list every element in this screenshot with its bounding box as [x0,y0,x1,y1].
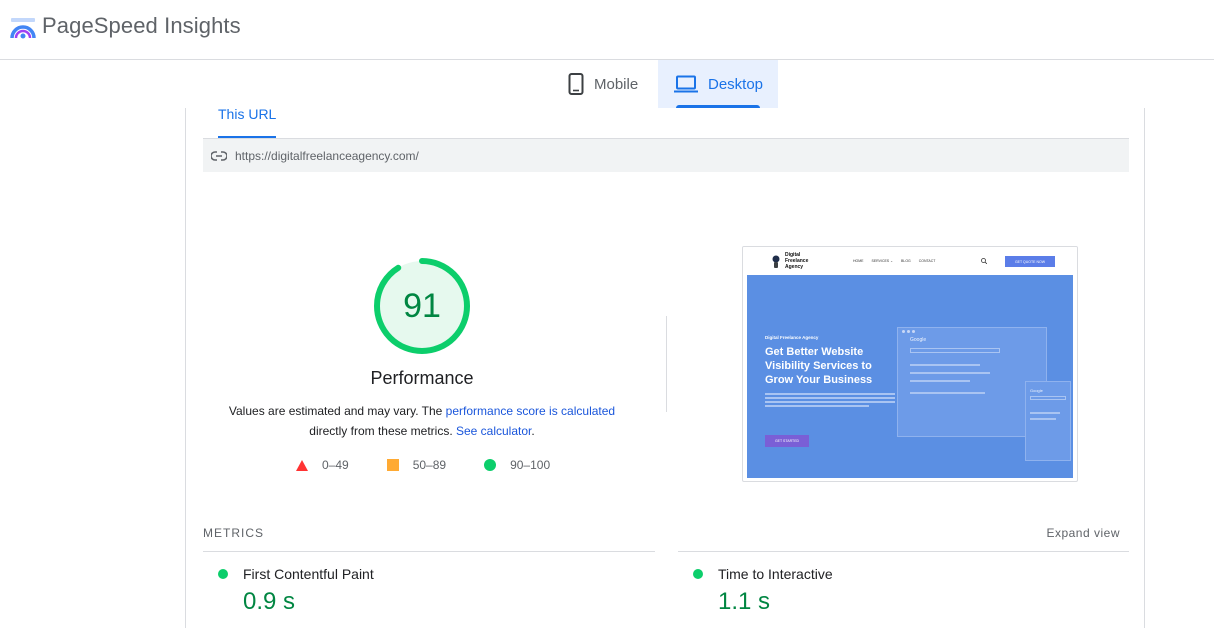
tab-this-url[interactable]: This URL [218,102,277,138]
legend-average: 50–89 [386,458,447,472]
vertical-divider [666,316,667,412]
link-icon [211,150,227,161]
site-logo-icon [772,255,780,268]
expand-view-button[interactable]: Expand view [1046,526,1120,540]
score-legend: 0–49 50–89 90–100 [296,458,588,472]
desc-text-2: directly from these metrics. [309,424,456,438]
metrics-heading: METRICS [203,526,264,540]
mock-phone-brand: Google [1030,388,1043,393]
tab-desktop[interactable]: Desktop [658,60,778,108]
metric-name: First Contentful Paint [243,566,374,582]
site-nav-item: SERVICES ⌄ [871,259,894,263]
app-title[interactable]: PageSpeed Insights [42,13,241,39]
pass-status-icon [693,569,703,579]
tab-this-url-label: This URL [218,106,277,122]
see-calculator-link[interactable]: See calculator [456,424,531,438]
tab-mobile[interactable]: Mobile [560,60,658,108]
pagespeed-logo-icon[interactable] [10,14,36,40]
triangle-fail-icon [296,459,308,471]
phone-icon [568,73,584,95]
screenshot-hero: Digital Freelance Agency Get Better Webs… [747,275,1073,478]
legend-fail-label: 0–49 [322,458,349,472]
legend-fail: 0–49 [296,458,349,472]
performance-description: Values are estimated and may vary. The p… [206,401,638,441]
legend-pass-label: 90–100 [510,458,551,472]
tab-mobile-label: Mobile [594,75,639,93]
performance-label: Performance [370,368,474,388]
site-nav-item: HOME [853,259,864,263]
final-screenshot[interactable]: Digital Freelance Agency HOME SERVICES ⌄… [742,246,1078,482]
analyzed-url[interactable]: https://digitalfreelanceagency.com/ [235,149,419,163]
desc-text-1: Values are estimated and may vary. The [228,404,446,418]
site-hero-button: GET STARTED [765,435,809,447]
performance-score: 91 [403,286,441,325]
performance-score-calculated-link[interactable]: performance score is calculated [446,404,615,418]
site-hero-kicker: Digital Freelance Agency [765,335,819,340]
metric-value: 0.9 s [243,588,296,615]
report-panel: This URL https://digitalfreelanceagency.… [185,106,1145,628]
metric-value: 1.1 s [718,588,771,615]
site-nav-item: CONTACT [918,259,936,263]
square-average-icon [386,459,399,471]
legend-average-label: 50–89 [412,458,447,472]
device-tabs: Mobile Desktop [0,60,1214,108]
desc-text-3: . [531,424,535,438]
mock-phone-window: Google [1025,381,1071,461]
mock-search-brand: Google [910,337,927,343]
metric-divider-left [203,551,655,552]
top-app-bar: PageSpeed Insights [0,0,1214,60]
performance-gauge[interactable]: 91 [372,256,472,356]
legend-pass: 90–100 [484,458,550,472]
site-hero-title: Get Better Website Visibility Services t… [765,346,873,386]
site-brand-line-3: Agency [785,264,804,270]
tab-desktop-label: Desktop [708,75,764,93]
url-bar: https://digitalfreelanceagency.com/ [203,138,1129,172]
site-cta-button: GET QUOTE NOW [1005,256,1055,267]
circle-pass-icon [484,459,497,471]
metric-divider-right [678,551,1129,552]
laptop-icon [674,75,698,93]
screenshot-site-nav: Digital Freelance Agency HOME SERVICES ⌄… [743,247,1077,275]
pass-status-icon [218,569,228,579]
metric-name: Time to Interactive [718,566,833,582]
site-search-icon [981,258,987,264]
site-nav-item: BLOG [901,259,911,263]
